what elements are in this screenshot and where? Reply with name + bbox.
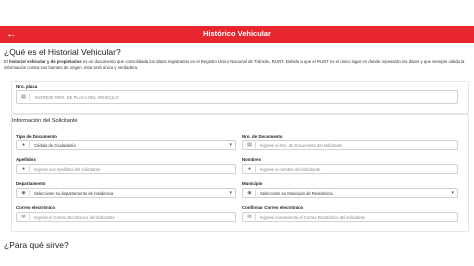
user-icon: ● — [21, 166, 26, 172]
nro-documento-placeholder: Ingrese el Nro. de Documento del solicit… — [260, 143, 343, 148]
intro-heading: ¿Qué es el Historial Vehicular? — [4, 47, 121, 57]
field-divider — [255, 142, 256, 148]
app-header: ← Histórico Vehicular — [0, 26, 474, 43]
confirmar-correo-label: Confirmar Correo electrónico — [242, 205, 304, 210]
placa-input[interactable]: ▤ INGRESE NRO. DE PLACA DEL VEHÍCULO — [16, 90, 458, 104]
intro-bold-text: historial vehicular y de propietarios — [9, 59, 82, 64]
envelope-icon: ✉ — [21, 214, 26, 220]
placa-placeholder: INGRESE NRO. DE PLACA DEL VEHÍCULO — [35, 95, 119, 100]
correo-label: Correo electrónico — [16, 205, 56, 210]
section-title: Información del Solicitante — [12, 118, 78, 124]
field-divider — [29, 190, 30, 196]
confirmar-correo-placeholder: Ingrese nuevamente el Correo Electrónico… — [260, 215, 365, 220]
envelope-icon: ✉ — [247, 214, 252, 220]
field-divider — [255, 166, 256, 172]
para-que-sirve-heading: ¿Para qué sirve? — [4, 240, 69, 250]
municipio-select[interactable]: ◉ Seleccione su Municipio de Residencia … — [242, 188, 458, 198]
departamento-value: Seleccione su departamento de residencia — [34, 191, 114, 196]
correo-placeholder: Ingrese el Correo Electrónico del solici… — [34, 215, 115, 220]
apellidos-input[interactable]: ● Ingrese sus Apellidos del solicitante — [16, 164, 236, 174]
chevron-down-icon: ▾ — [229, 190, 232, 196]
nro-documento-label: Nro. de Documento — [242, 134, 283, 139]
nro-documento-input[interactable]: ▤ Ingrese el Nro. de Documento del solic… — [242, 140, 458, 150]
map-marker-icon: ◉ — [21, 190, 26, 196]
field-divider — [29, 142, 30, 148]
user-icon: ● — [21, 142, 26, 148]
tipo-documento-label: Tipo de Documento — [16, 134, 57, 139]
map-marker-icon: ◉ — [247, 190, 252, 196]
confirmar-correo-input[interactable]: ✉ Ingrese nuevamente el Correo Electróni… — [242, 212, 458, 222]
nombres-placeholder: Ingrese el nombre del solicitante — [260, 167, 321, 172]
tipo-documento-select[interactable]: ● Cédula de Ciudadanía ▾ — [16, 140, 236, 150]
tipo-documento-value: Cédula de Ciudadanía — [34, 143, 76, 148]
placa-label: Nro. placa — [16, 84, 38, 89]
id-card-icon: ▤ — [21, 94, 26, 100]
user-icon: ● — [247, 166, 252, 172]
field-divider — [29, 166, 30, 172]
municipio-value: Seleccione su Municipio de Residencia — [260, 191, 333, 196]
municipio-label: Municipio — [242, 181, 263, 186]
apellidos-label: Apellidos — [16, 157, 36, 162]
intro-paragraph: El historial vehicular y de propietarios… — [4, 59, 465, 70]
departamento-label: Departamento — [16, 181, 46, 186]
field-divider — [29, 214, 30, 220]
correo-input[interactable]: ✉ Ingrese el Correo Electrónico del soli… — [16, 212, 236, 222]
header-title: Histórico Vehicular — [203, 29, 271, 38]
field-divider — [29, 94, 30, 100]
nombres-input[interactable]: ● Ingrese el nombre del solicitante — [242, 164, 458, 174]
departamento-select[interactable]: ◉ Seleccione su departamento de residenc… — [16, 188, 236, 198]
id-card-icon: ▤ — [247, 142, 252, 148]
nombres-label: Nombres — [242, 157, 262, 162]
field-divider — [255, 190, 256, 196]
field-divider — [255, 214, 256, 220]
apellidos-placeholder: Ingrese sus Apellidos del solicitante — [34, 167, 101, 172]
chevron-down-icon: ▾ — [451, 190, 454, 196]
chevron-down-icon: ▾ — [229, 142, 232, 148]
